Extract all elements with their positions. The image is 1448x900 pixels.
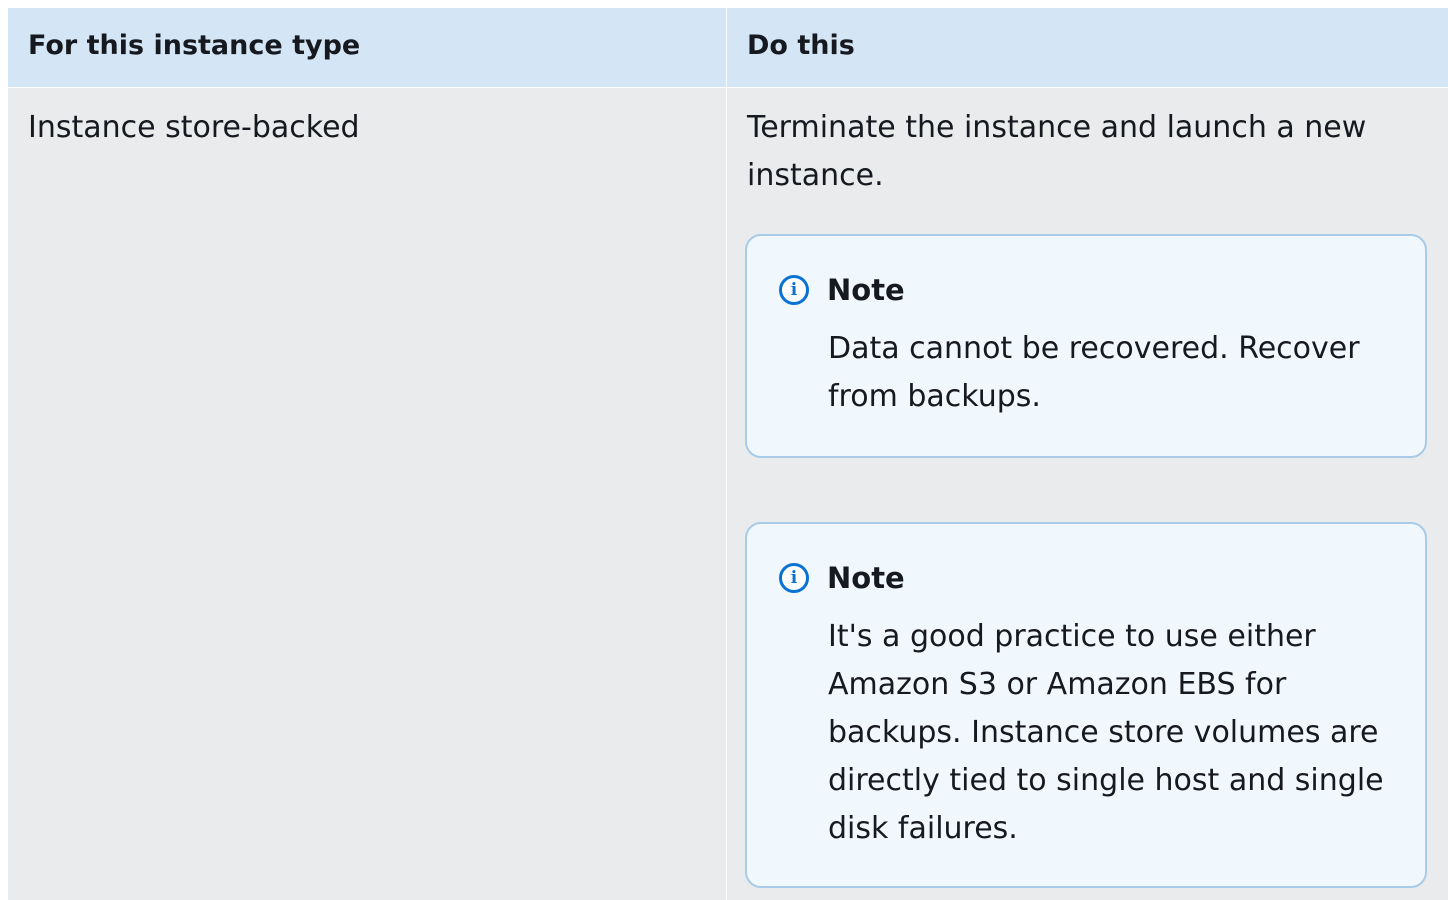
- instance-action-table: For this instance type Do this Instance …: [8, 8, 1448, 900]
- note-callout-backup-practice: i Note It's a good practice to use eithe…: [745, 522, 1427, 888]
- info-icon: i: [779, 275, 809, 305]
- note-title: Note: [827, 561, 905, 595]
- info-icon: i: [779, 563, 809, 593]
- note-header: i Note: [779, 272, 905, 308]
- table-cell-do-this: Terminate the instance and launch a new …: [727, 88, 1448, 900]
- note-body: It's a good practice to use either Amazo…: [828, 619, 1384, 846]
- note-header: i Note: [779, 560, 905, 596]
- column-header-instance-type: For this instance type: [8, 8, 726, 87]
- note-title: Note: [827, 273, 905, 307]
- note-body: Data cannot be recovered. Recover from b…: [828, 331, 1360, 414]
- action-text: Terminate the instance and launch a new …: [747, 110, 1367, 193]
- note-callout-data-recovery: i Note Data cannot be recovered. Recover…: [745, 234, 1427, 458]
- table-cell-instance-type: Instance store-backed: [8, 88, 726, 900]
- column-header-do-this: Do this: [727, 8, 1448, 87]
- instance-type-text: Instance store-backed: [28, 110, 360, 145]
